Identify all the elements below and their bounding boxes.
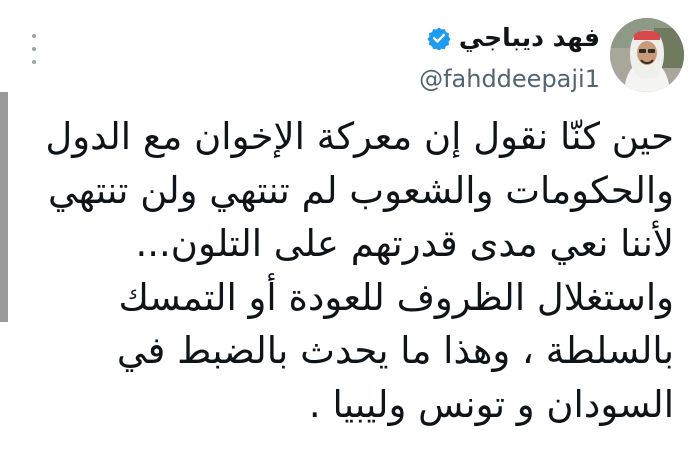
verified-badge-icon [427,26,451,51]
scrollbar[interactable] [0,92,8,322]
tweet-screenshot: فهد ديباجي @fahddeepaji1 حين كنّا نقول إ… [0,0,700,455]
name-row: فهد ديباجي [419,20,600,56]
tweet-text-line: لأننا نعي مدى قدرتهم على التلون... [135,222,675,265]
tweet-text: حين كنّا نقول إن معركة الإخوان مع الدول … [34,110,674,431]
tweet-text-line: بالسلطة ، وهذا ما يحدث بالضبط في [116,329,674,372]
author-handle[interactable]: @fahddeepaji1 [419,64,600,94]
tweet-text-line: حين كنّا نقول إن معركة الإخوان مع الدول [45,115,674,158]
tweet-text-line: والحكومات والشعوب لم تنتهي ولن تنتهي [47,168,674,212]
author-display-name[interactable]: فهد ديباجي [459,20,600,56]
more-dot [32,47,36,51]
more-options-button[interactable] [26,34,42,64]
more-dot [32,60,36,64]
tweet-text-line: السودان و تونس وليبيا . [308,382,674,426]
avatar[interactable] [610,18,684,92]
tweet-header: فهد ديباجي @fahddeepaji1 [419,20,600,94]
more-vertical-icon [32,34,36,38]
tweet-text-line: واستغلال الظروف للعودة أو التمسك [118,275,674,319]
